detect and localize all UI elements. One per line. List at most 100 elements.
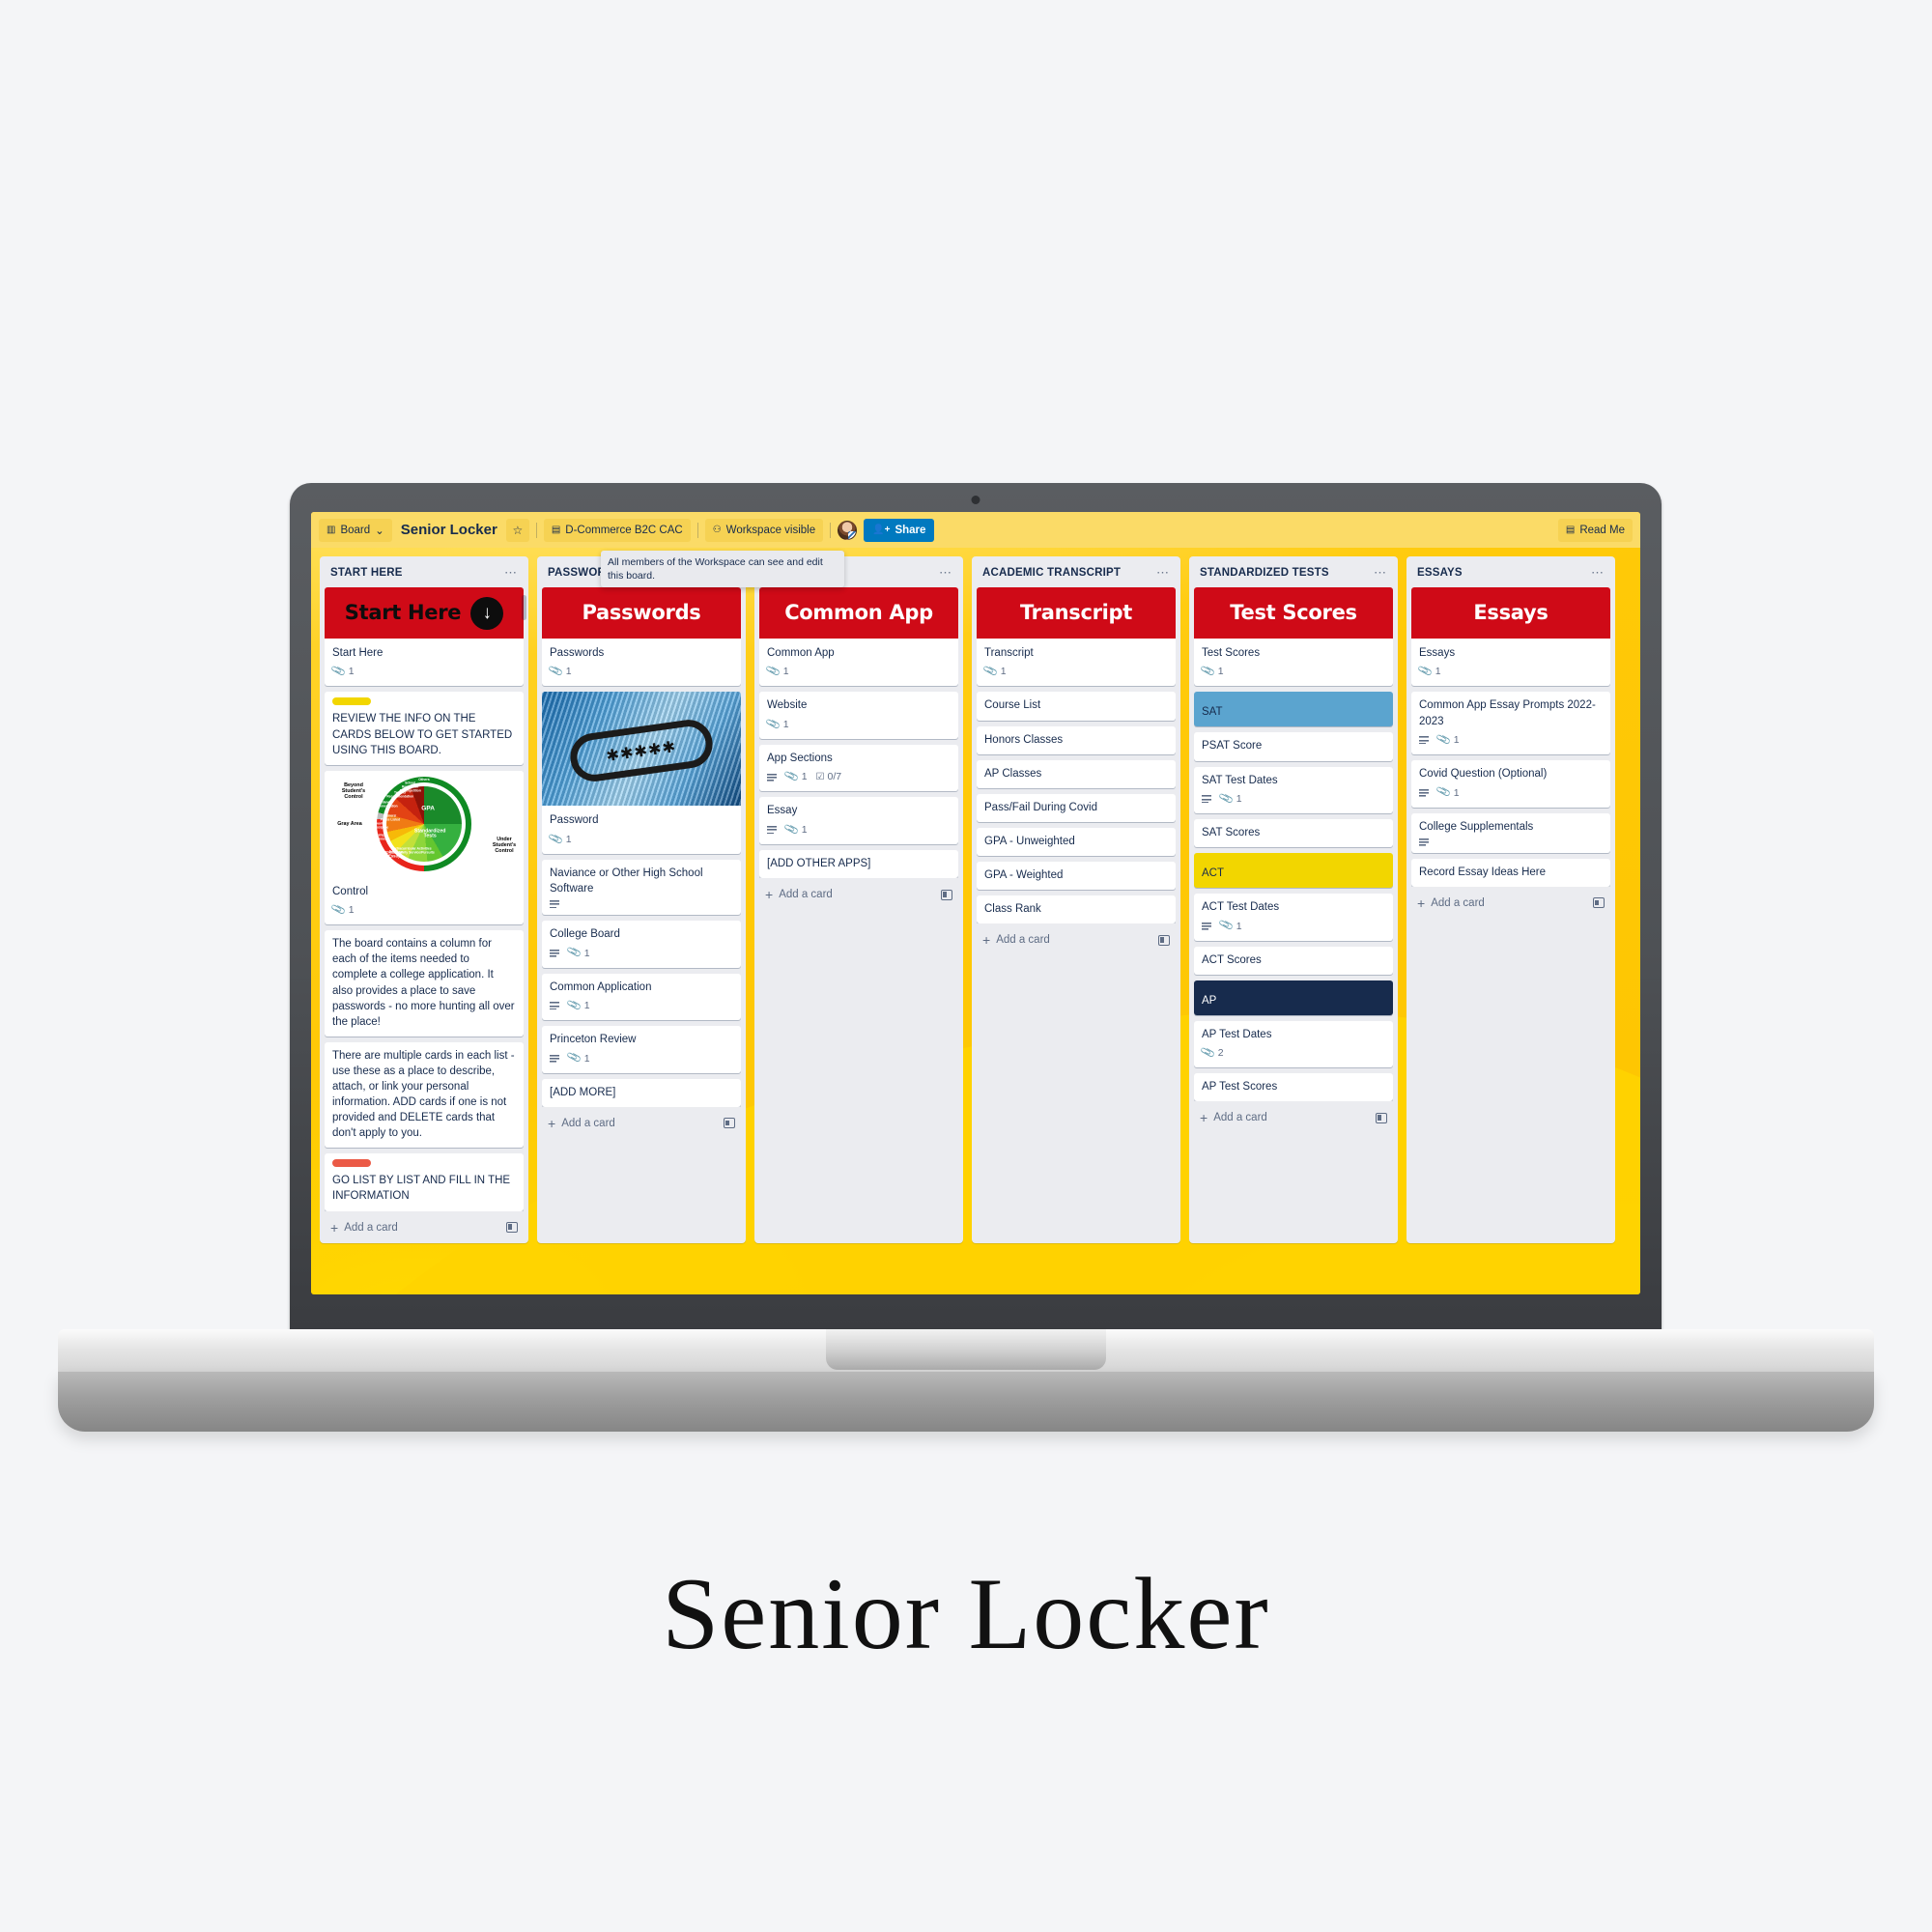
add-card-row[interactable]: + Add a card: [977, 925, 1176, 955]
list-title[interactable]: ACADEMIC TRANSCRIPT: [982, 567, 1121, 579]
card-with-cover[interactable]: Essays Essays 📎 1: [1411, 587, 1610, 687]
card[interactable]: SAT Scores: [1194, 819, 1393, 848]
add-card-button[interactable]: + Add a card: [330, 1221, 398, 1235]
list-menu-icon[interactable]: ⋯: [1374, 566, 1387, 579]
card-template-icon[interactable]: [1376, 1112, 1387, 1123]
card[interactable]: Covid Question (Optional) 📎 1: [1411, 760, 1610, 808]
card[interactable]: Naviance or Other High School Software: [542, 859, 741, 916]
list-title[interactable]: ESSAYS: [1417, 567, 1463, 579]
card-with-label[interactable]: REVIEW THE INFO ON THE CARDS BELOW TO GE…: [325, 692, 524, 765]
card-with-cover[interactable]: Test Scores Test Scores 📎 1: [1194, 587, 1393, 687]
list-title[interactable]: START HERE: [330, 567, 403, 579]
add-card-button[interactable]: + Add a card: [1200, 1111, 1267, 1124]
plus-icon: +: [1200, 1110, 1208, 1126]
card[interactable]: Common Application 📎 1: [542, 973, 741, 1021]
card[interactable]: AP Test Scores: [1194, 1073, 1393, 1102]
card[interactable]: PSAT Score: [1194, 732, 1393, 761]
card[interactable]: Essay 📎 1: [759, 797, 958, 844]
card[interactable]: AP Test Dates 📎 2: [1194, 1020, 1393, 1068]
add-card-label: Add a card: [344, 1221, 398, 1234]
add-card-row[interactable]: + Add a card: [1194, 1103, 1393, 1133]
card-badges: 📎 1: [1200, 664, 1385, 679]
card[interactable]: [ADD MORE]: [542, 1078, 741, 1107]
attachment-badge: 📎 1: [566, 1050, 589, 1065]
board-list: START HERE ⋯ Start Here ↓ Start Here 📎 1 REVIEW…: [320, 556, 528, 1243]
chart-label-beyond: Beyond Student's Control: [341, 781, 366, 801]
card[interactable]: College Board 📎 1: [542, 921, 741, 968]
attachment-count: 1: [348, 904, 355, 917]
visibility-button[interactable]: ⚇ Workspace visible: [704, 518, 824, 542]
description-badge: [767, 826, 777, 835]
card[interactable]: Course List: [977, 692, 1176, 721]
add-card-button[interactable]: + Add a card: [982, 933, 1050, 947]
list-scrollbar[interactable]: [522, 595, 526, 620]
label-chip[interactable]: [332, 697, 371, 706]
card-title: Transcript: [984, 647, 1034, 659]
header-divider-3: [830, 522, 832, 538]
card-with-photo[interactable]: ✱✱✱✱✱ Password 📎 1: [542, 692, 741, 854]
header-divider-2: [696, 522, 698, 538]
description-icon: [1202, 795, 1211, 804]
section-card-act[interactable]: ACT: [1194, 853, 1393, 889]
list-menu-icon[interactable]: ⋯: [1591, 566, 1605, 579]
card[interactable]: Princeton Review 📎 1: [542, 1026, 741, 1073]
paperclip-icon: 📎: [330, 901, 348, 918]
card[interactable]: Website 📎 1: [759, 692, 958, 739]
list-menu-icon[interactable]: ⋯: [504, 566, 518, 579]
card-template-icon[interactable]: [724, 1118, 735, 1129]
section-card-sat[interactable]: SAT: [1194, 692, 1393, 727]
add-card-row[interactable]: + Add a card: [759, 880, 958, 910]
card[interactable]: The board contains a column for each of …: [325, 930, 524, 1037]
card[interactable]: Common App Essay Prompts 2022-2023 📎 1: [1411, 692, 1610, 755]
board-list: PASSWORDS⋯PasswordsPasswords📎1✱✱✱✱✱Passw…: [537, 556, 746, 1243]
add-card-button[interactable]: + Add a card: [765, 888, 833, 901]
card[interactable]: GPA - Weighted: [977, 861, 1176, 891]
section-card-ap[interactable]: AP: [1194, 980, 1393, 1015]
list-menu-icon[interactable]: ⋯: [1156, 566, 1170, 579]
card[interactable]: [ADD OTHER APPS]: [759, 849, 958, 879]
card-template-icon[interactable]: [941, 889, 952, 900]
card-with-chart[interactable]: Beyond Student's Control Gray Area Under Stud…: [325, 770, 524, 925]
card-with-cover[interactable]: Start Here ↓ Start Here 📎 1: [325, 587, 524, 687]
card-with-cover[interactable]: Transcript Transcript 📎 1: [977, 587, 1176, 687]
card-title: [ADD MORE]: [550, 1086, 616, 1098]
card[interactable]: There are multiple cards in each list - …: [325, 1041, 524, 1149]
card-template-icon[interactable]: [1158, 934, 1170, 946]
card[interactable]: Honors Classes: [977, 725, 1176, 754]
card-title: GO LIST BY LIST AND FILL IN THE INFORMAT…: [332, 1175, 511, 1203]
card-with-cover[interactable]: Common App Common App 📎 1: [759, 587, 958, 687]
add-card-row[interactable]: + Add a card: [542, 1109, 741, 1139]
card-with-cover[interactable]: Passwords Passwords 📎 1: [542, 587, 741, 687]
read-me-label: Read Me: [1579, 524, 1625, 536]
card-badges: 📎 1: [1419, 784, 1603, 800]
share-button[interactable]: 👤+ Share: [864, 518, 935, 542]
card[interactable]: App Sections 📎 1 ☑ 0/7: [759, 744, 958, 792]
card[interactable]: Class Rank: [977, 895, 1176, 924]
card[interactable]: AP Classes: [977, 759, 1176, 788]
list-menu-icon[interactable]: ⋯: [939, 566, 952, 579]
card[interactable]: SAT Test Dates 📎 1: [1194, 766, 1393, 814]
card-template-icon[interactable]: [506, 1222, 518, 1234]
card[interactable]: Pass/Fail During Covid: [977, 793, 1176, 822]
card[interactable]: Record Essay Ideas Here: [1411, 858, 1610, 887]
card[interactable]: ACT Scores: [1194, 946, 1393, 975]
laptop-base-bottom: [58, 1372, 1874, 1432]
star-board-button[interactable]: ☆: [505, 518, 529, 542]
avatar[interactable]: [838, 520, 858, 540]
card[interactable]: GPA - Unweighted: [977, 827, 1176, 856]
card-title: AP Test Dates: [1202, 1028, 1272, 1040]
card-template-icon[interactable]: [1593, 897, 1605, 909]
read-me-button[interactable]: ▤ Read Me: [1557, 518, 1633, 542]
board-switcher-button[interactable]: ▥ Board ⌄: [319, 518, 392, 542]
add-card-row[interactable]: + Add a card: [1411, 889, 1610, 919]
label-chip[interactable]: [332, 1159, 371, 1168]
card[interactable]: ACT Test Dates 📎 1: [1194, 894, 1393, 941]
card[interactable]: College Supplementals: [1411, 812, 1610, 853]
workspace-button[interactable]: ▤ D-Commerce B2C CAC: [543, 518, 691, 542]
card-with-label[interactable]: GO LIST BY LIST AND FILL IN THE INFORMAT…: [325, 1153, 524, 1211]
add-card-row[interactable]: + Add a card: [325, 1213, 524, 1243]
attachment-badge: 📎 1: [783, 822, 807, 838]
add-card-button[interactable]: + Add a card: [1417, 896, 1485, 910]
add-card-button[interactable]: + Add a card: [548, 1117, 615, 1130]
list-title[interactable]: STANDARDIZED TESTS: [1200, 567, 1329, 579]
